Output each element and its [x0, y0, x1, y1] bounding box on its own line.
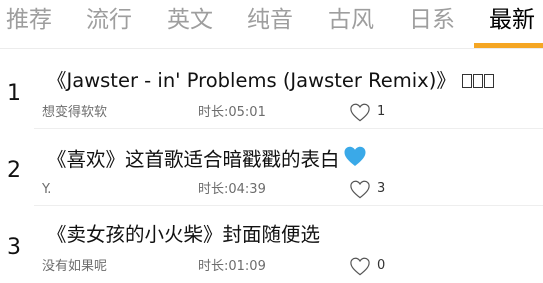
category-tab-bar: 推荐 流行 英文 纯音 古风 日系 最新 — [0, 0, 543, 49]
active-tab-indicator — [474, 43, 543, 48]
tab-japanese[interactable]: 日系 — [409, 5, 455, 35]
song-title: 《卖女孩的小火柴》封面随便选 — [47, 223, 321, 246]
heart-outline-icon — [350, 180, 370, 199]
song-title-container: 《Jawster - in' Problems (Jawster Remix)》 — [47, 68, 494, 94]
row-divider — [34, 128, 543, 129]
song-duration: 时长:01:09 — [198, 259, 266, 274]
row-divider — [34, 205, 543, 206]
like-button[interactable]: 3 — [349, 179, 385, 199]
tab-popular[interactable]: 流行 — [86, 5, 132, 35]
tab-latest[interactable]: 最新 — [489, 5, 535, 35]
song-duration: 时长:05:01 — [198, 105, 266, 120]
song-title: 《Jawster - in' Problems (Jawster Remix)》 — [47, 69, 456, 92]
song-rank: 3 — [7, 235, 21, 260]
song-author[interactable]: Y. — [42, 182, 51, 198]
blue-heart-emoji-icon — [342, 145, 368, 174]
song-author[interactable]: 没有如果呢 — [42, 259, 107, 275]
tab-recommend[interactable]: 推荐 — [6, 5, 52, 35]
song-list-item[interactable]: 2 《喜欢》这首歌适合暗戳戳的表白 Y. 时长:04:39 3 — [0, 136, 543, 206]
song-title: 《喜欢》这首歌适合暗戳戳的表白 — [47, 147, 340, 171]
like-count: 0 — [377, 258, 386, 273]
tab-instrumental[interactable]: 纯音 — [247, 5, 293, 35]
heart-outline-icon — [350, 257, 370, 276]
tab-ancient-style[interactable]: 古风 — [328, 5, 374, 35]
song-title-container: 《喜欢》这首歌适合暗戳戳的表白 — [47, 145, 368, 174]
missing-glyph-icon — [461, 74, 494, 88]
song-rank: 2 — [7, 158, 21, 183]
song-list-item[interactable]: 3 《卖女孩的小火柴》封面随便选 没有如果呢 时长:01:09 0 — [0, 213, 543, 283]
heart-outline-icon — [350, 103, 370, 122]
like-count: 1 — [377, 104, 386, 119]
tab-english[interactable]: 英文 — [167, 5, 213, 35]
song-author[interactable]: 想变得软软 — [42, 105, 107, 121]
like-button[interactable]: 1 — [349, 102, 385, 122]
song-title-container: 《卖女孩的小火柴》封面随便选 — [47, 222, 320, 248]
song-duration: 时长:04:39 — [198, 182, 266, 197]
song-rank: 1 — [7, 81, 21, 106]
like-count: 3 — [377, 181, 386, 196]
song-list-item[interactable]: 1 《Jawster - in' Problems (Jawster Remix… — [0, 59, 543, 129]
like-button[interactable]: 0 — [349, 256, 385, 276]
